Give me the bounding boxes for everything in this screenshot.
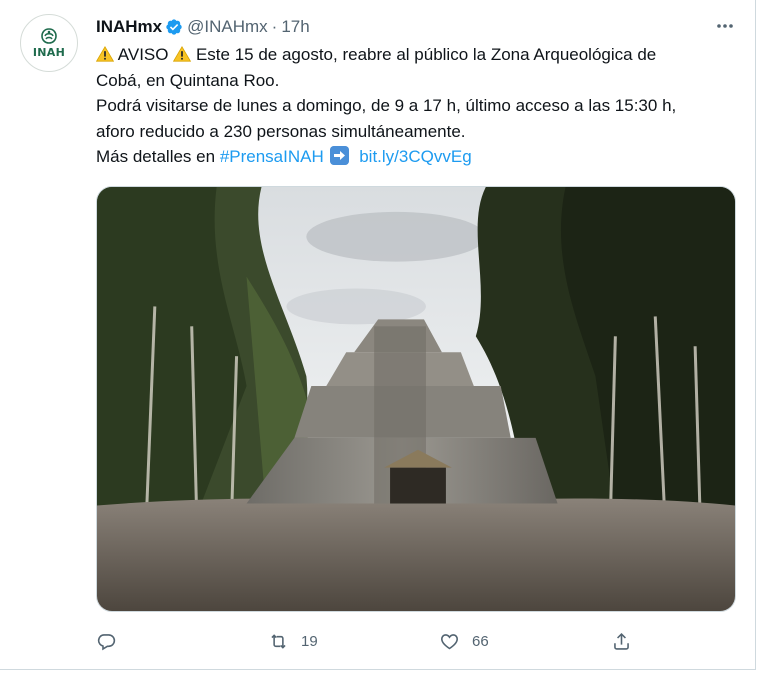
- aviso-text: AVISO: [117, 45, 169, 64]
- reply-button[interactable]: [96, 628, 129, 654]
- heart-icon: [441, 633, 458, 649]
- warning-icon: [96, 46, 114, 62]
- timestamp[interactable]: 17h: [281, 17, 309, 37]
- tweet-line-2: Cobá, en Quintana Roo.: [96, 70, 280, 90]
- tweet-header: INAHmx @INAHmx · 17h: [96, 14, 310, 40]
- tweet-line-3: Podrá visitarse de lunes a domingo, de 9…: [96, 96, 677, 115]
- verified-badge-icon: [166, 19, 182, 35]
- tweet-line-1: AVISO Este 15 de agosto, reabre al públi…: [96, 42, 746, 68]
- display-name[interactable]: INAHmx: [96, 17, 162, 37]
- ellipsis-icon: [717, 24, 733, 28]
- avatar[interactable]: INAH: [20, 14, 78, 72]
- tweet-photo[interactable]: [96, 186, 736, 612]
- separator-dot: ·: [271, 17, 278, 36]
- tweet-card: INAH INAHmx @INAHmx · 17h AVISO Este 15 …: [0, 0, 756, 670]
- short-link[interactable]: bit.ly/3CQvvEg: [359, 147, 471, 166]
- more-options-icon[interactable]: [712, 14, 738, 38]
- retweet-icon: [271, 633, 286, 649]
- avatar-text: INAH: [32, 46, 66, 59]
- handle[interactable]: @INAHmx: [187, 17, 268, 37]
- retweet-button[interactable]: 19: [268, 628, 318, 654]
- reply-icon: [97, 633, 116, 650]
- tweet-line-1-text: Este 15 de agosto, reabre al público la …: [195, 45, 657, 64]
- hashtag-link[interactable]: #PrensaINAH: [220, 147, 324, 166]
- right-arrow-icon: [330, 146, 350, 165]
- details-prefix: Más detalles en: [96, 147, 216, 166]
- like-button[interactable]: 66: [439, 628, 489, 654]
- retweet-count: 19: [301, 632, 318, 650]
- warning-icon: [173, 46, 192, 62]
- share-button[interactable]: [611, 628, 644, 654]
- inah-logo-icon: [41, 28, 57, 44]
- tweet-line-4: aforo reducido a 230 personas simultánea…: [96, 121, 466, 141]
- action-bar: 19 66: [96, 628, 656, 654]
- share-icon: [614, 632, 629, 650]
- pyramid-photo: [97, 187, 735, 611]
- like-count: 66: [472, 632, 489, 650]
- tweet-text: AVISO Este 15 de agosto, reabre al públi…: [96, 42, 746, 170]
- tweet-line-5: Más detalles en #PrensaINAH bit.ly/3CQvv…: [96, 144, 746, 170]
